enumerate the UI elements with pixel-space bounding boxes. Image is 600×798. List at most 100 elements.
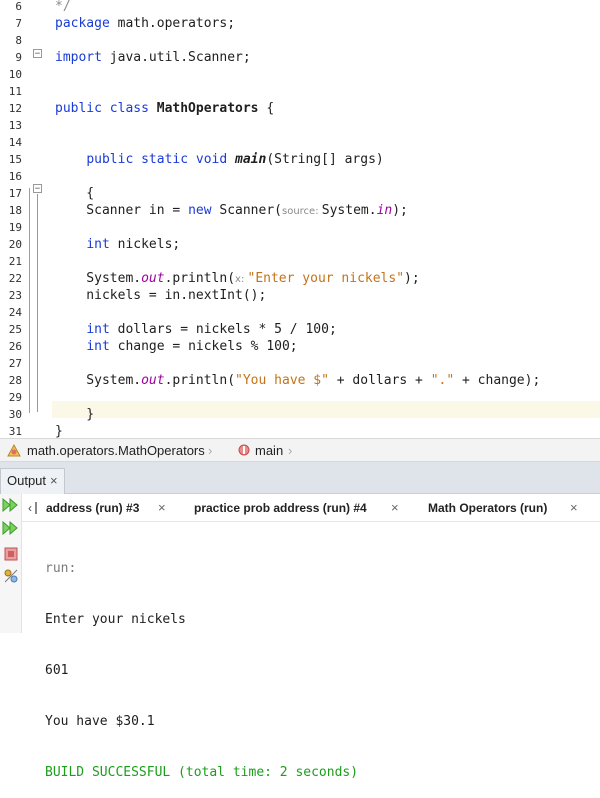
code-token: System.: [55, 373, 142, 388]
code-line[interactable]: 13: [0, 117, 600, 134]
rerun-with-params-icon[interactable]: [2, 520, 20, 539]
code-token: int: [86, 237, 110, 252]
run-tab-practice-4[interactable]: practice prob address (run) #4: [194, 501, 367, 515]
code-text: int change = nickels % 100;: [55, 338, 297, 355]
code-line[interactable]: 6 */: [0, 0, 600, 15]
code-text: */: [55, 0, 71, 15]
code-line[interactable]: 23 nickels = in.nextInt();: [0, 287, 600, 304]
code-token: dollars = nickels * 5 / 100;: [109, 322, 337, 337]
close-icon[interactable]: ×: [391, 500, 399, 515]
method-icon: [238, 444, 250, 459]
code-text: System.out.println(x: "Enter your nickel…: [55, 270, 420, 288]
code-token: int: [86, 322, 110, 337]
tab-divider: [35, 502, 41, 514]
code-line[interactable]: 24: [0, 304, 600, 321]
code-token: "You have $": [235, 373, 329, 388]
line-number: 10: [8, 68, 22, 81]
code-token: package: [55, 16, 110, 31]
code-line[interactable]: 12 public class MathOperators {: [0, 100, 600, 117]
code-line[interactable]: 31}: [0, 423, 600, 438]
fold-guide: [37, 194, 38, 412]
code-line[interactable]: 15 public static void main(String[] args…: [0, 151, 600, 168]
line-number: 14: [8, 136, 22, 149]
code-line[interactable]: 20 int nickels;: [0, 236, 600, 253]
chevron-right-icon: ›: [208, 443, 213, 458]
code-line[interactable]: 19: [0, 219, 600, 236]
code-line[interactable]: 7 package math.operators;: [0, 15, 600, 32]
line-number: 28: [8, 374, 22, 387]
line-number: 11: [8, 85, 22, 98]
run-tab-address-3[interactable]: address (run) #3: [46, 501, 139, 515]
code-token: }: [55, 407, 95, 422]
collapse-icon[interactable]: −: [33, 184, 42, 194]
breadcrumb-method[interactable]: main: [255, 443, 283, 458]
line-number: 8: [15, 34, 22, 47]
line-number: 25: [8, 323, 22, 336]
close-icon[interactable]: ×: [50, 473, 58, 488]
class-icon: [6, 443, 22, 460]
code-line[interactable]: 22 System.out.println(x: "Enter your nic…: [0, 270, 600, 287]
code-line[interactable]: 9 import java.util.Scanner;: [0, 49, 600, 66]
code-token: int: [86, 339, 110, 354]
run-tabs: ‹ address (run) #3 × practice prob addre…: [22, 494, 600, 522]
code-line[interactable]: 21: [0, 253, 600, 270]
code-line[interactable]: 10: [0, 66, 600, 83]
stop-icon[interactable]: [4, 546, 18, 565]
line-number: 26: [8, 340, 22, 353]
breadcrumb-class[interactable]: math.operators.MathOperators: [27, 443, 205, 458]
code-line[interactable]: 8: [0, 32, 600, 49]
code-line[interactable]: 30 }: [0, 406, 600, 423]
line-number: 16: [8, 170, 22, 183]
code-token: .println(: [164, 271, 236, 286]
code-text: nickels = in.nextInt();: [55, 287, 266, 304]
code-token: );: [404, 271, 420, 286]
code-line[interactable]: 17 {: [0, 185, 600, 202]
settings-icon[interactable]: [3, 568, 19, 588]
navigation-breadcrumb: math.operators.MathOperators › main ›: [0, 438, 600, 462]
output-tab[interactable]: Output ×: [0, 468, 65, 494]
line-number: 31: [8, 425, 22, 438]
output-tab-label: Output: [7, 473, 47, 488]
run-tab-math-operators[interactable]: Math Operators (run): [428, 501, 547, 515]
code-text: public class MathOperators {: [55, 100, 274, 117]
code-token: (String[] args): [266, 152, 384, 167]
line-number: 13: [8, 119, 22, 132]
code-editor[interactable]: 6 */ 7 package math.operators; 8 9 import java…: [0, 0, 600, 438]
code-line[interactable]: 16: [0, 168, 600, 185]
code-line[interactable]: 25 int dollars = nickels * 5 / 100;: [0, 321, 600, 338]
code-text: }: [55, 423, 63, 438]
code-line[interactable]: 11: [0, 83, 600, 100]
code-line[interactable]: 14: [0, 134, 600, 151]
close-icon[interactable]: ×: [570, 500, 578, 515]
close-icon[interactable]: ×: [158, 500, 166, 515]
code-line[interactable]: 18 Scanner in = new Scanner(source: Syst…: [0, 202, 600, 219]
line-number: 7: [15, 17, 22, 30]
console-input-line: 601: [45, 663, 69, 678]
line-number: 30: [8, 408, 22, 421]
code-token: nickels;: [109, 237, 181, 252]
scroll-left-icon[interactable]: ‹: [28, 501, 32, 515]
code-token: out: [141, 373, 165, 388]
console-prompt-line: Enter your nickels: [45, 612, 186, 627]
line-number: 6: [15, 0, 22, 13]
code-line[interactable]: 29: [0, 389, 600, 406]
console-output[interactable]: run: Enter your nickels 601 You have $30…: [45, 526, 358, 798]
output-toolbar: [0, 494, 22, 633]
fold-guide: [29, 188, 30, 413]
code-token: main: [235, 152, 267, 167]
collapse-icon[interactable]: −: [33, 49, 42, 59]
code-token: {: [258, 101, 275, 116]
code-token: public class: [55, 101, 149, 116]
code-token: {: [55, 186, 95, 201]
code-token: import: [55, 50, 102, 65]
code-line[interactable]: 27: [0, 355, 600, 372]
code-line[interactable]: 26 int change = nickels % 100;: [0, 338, 600, 355]
code-line[interactable]: 28 System.out.println("You have $" + dol…: [0, 372, 600, 389]
line-number: 22: [8, 272, 22, 285]
line-number: 15: [8, 153, 22, 166]
line-number: 21: [8, 255, 22, 268]
rerun-icon[interactable]: [2, 497, 20, 516]
